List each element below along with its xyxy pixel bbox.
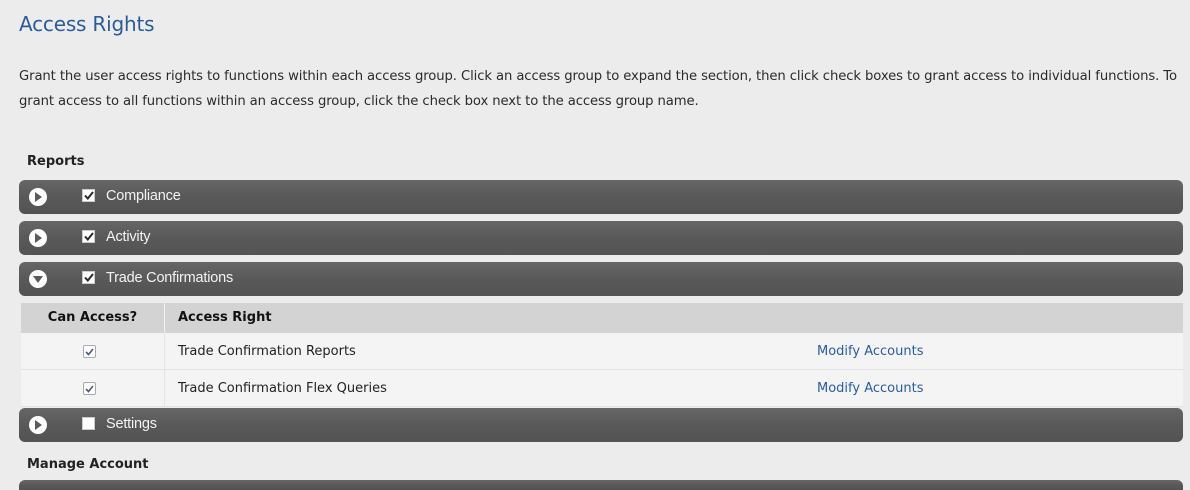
modify-accounts-link[interactable]: Modify Accounts	[817, 344, 923, 359]
page-title: Access Rights	[19, 12, 155, 36]
expand-arrow-icon[interactable]	[29, 188, 47, 206]
collapse-arrow-icon[interactable]	[29, 270, 47, 288]
expand-arrow-icon[interactable]	[29, 416, 47, 434]
checkmark-icon	[83, 273, 94, 282]
group-checkbox-activity[interactable]	[82, 230, 95, 243]
section-label-reports: Reports	[27, 154, 85, 169]
column-divider	[164, 303, 165, 333]
column-divider	[164, 333, 165, 369]
column-header-access-right: Access Right	[178, 310, 272, 325]
column-header-can-access: Can Access?	[47, 310, 138, 325]
checkmark-icon	[83, 232, 94, 241]
access-right-label: Trade Confirmation Flex Queries	[178, 381, 387, 396]
group-settings[interactable]: Settings	[19, 408, 1183, 442]
access-rights-page: Access Rights Grant the user access righ…	[0, 0, 1190, 490]
access-rights-table: Can Access? Access Right Trade Confirmat…	[21, 303, 1183, 407]
page-description: Grant the user access rights to function…	[19, 69, 1177, 109]
group-label-settings: Settings	[106, 416, 157, 432]
table-header: Can Access? Access Right	[21, 303, 1183, 333]
modify-accounts-link[interactable]: Modify Accounts	[817, 381, 923, 396]
group-trade-confirmations[interactable]: Trade Confirmations	[19, 262, 1183, 296]
group-checkbox-trade-confirmations[interactable]	[82, 271, 95, 284]
expand-arrow-icon[interactable]	[29, 229, 47, 247]
section-label-manage-account: Manage Account	[27, 457, 149, 472]
checkmark-icon	[85, 384, 94, 393]
access-right-label: Trade Confirmation Reports	[178, 344, 356, 359]
group-label-trade-confirmations: Trade Confirmations	[106, 270, 234, 286]
row-checkbox[interactable]	[83, 345, 96, 358]
group-label-activity: Activity	[106, 229, 151, 245]
checkmark-icon	[85, 347, 94, 356]
checkmark-icon	[83, 191, 94, 200]
column-divider	[164, 370, 165, 406]
group-manage-account-partial[interactable]	[19, 480, 1183, 490]
group-label-compliance: Compliance	[106, 188, 181, 204]
table-row: Trade Confirmation Flex Queries Modify A…	[21, 370, 1183, 407]
table-row: Trade Confirmation Reports Modify Accoun…	[21, 333, 1183, 370]
group-activity[interactable]: Activity	[19, 221, 1183, 255]
group-checkbox-compliance[interactable]	[82, 189, 95, 202]
group-checkbox-settings[interactable]	[82, 417, 95, 430]
row-checkbox[interactable]	[83, 382, 96, 395]
group-compliance[interactable]: Compliance	[19, 180, 1183, 214]
